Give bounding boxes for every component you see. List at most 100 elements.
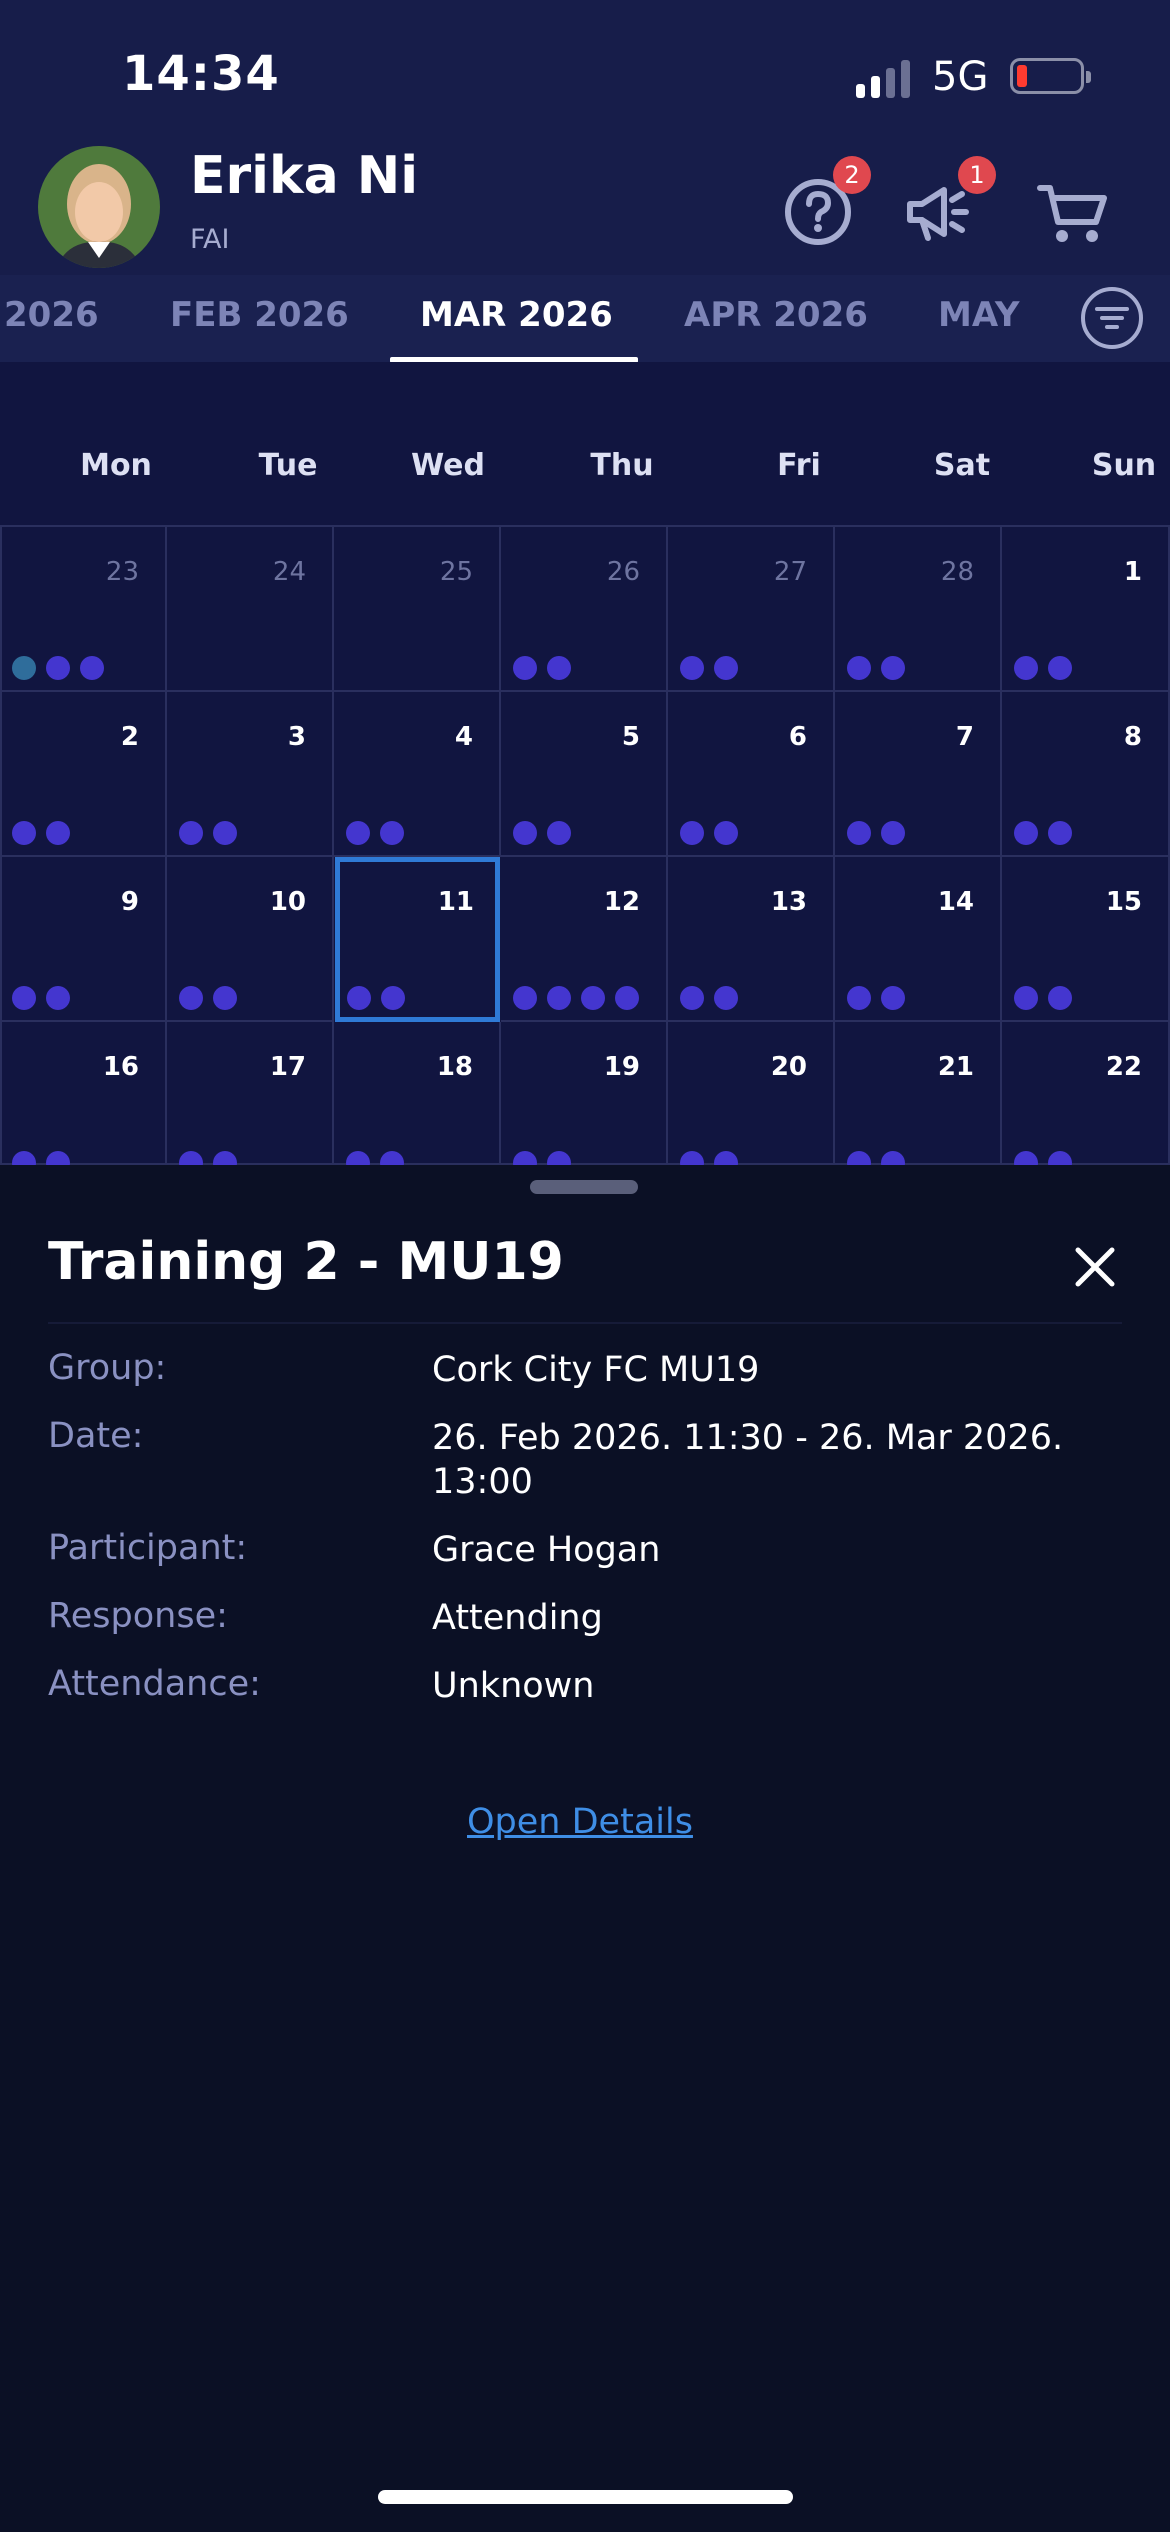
event-dot [680,986,704,1010]
event-dot [12,656,36,680]
calendar-day[interactable]: 20 [668,1022,835,1175]
event-dot [847,656,871,680]
event-dot [80,656,104,680]
day-number: 8 [1123,722,1142,752]
detail-value-response: Attending [432,1598,603,1638]
cart-button[interactable] [1030,170,1114,254]
day-number: 17 [269,1052,306,1082]
event-dots [680,821,738,845]
event-dot [513,986,537,1010]
user-name: Erika Ni [190,146,419,206]
event-dot [513,821,537,845]
close-button[interactable] [1070,1242,1120,1292]
day-number: 26 [606,557,640,587]
day-number: 7 [955,722,974,752]
calendar-day-selected[interactable]: 11 [335,857,500,1022]
calendar-day[interactable]: 1 [1002,527,1170,692]
event-dot [12,821,36,845]
event-dots [179,821,237,845]
close-icon [1075,1247,1115,1287]
calendar-day[interactable]: 21 [835,1022,1002,1175]
day-number: 2 [120,722,139,752]
user-org: FAI [190,224,230,255]
day-number: 27 [773,557,807,587]
event-dot [213,821,237,845]
event-dot [714,986,738,1010]
battery-icon [1010,58,1091,94]
event-dot [347,986,371,1010]
calendar-day[interactable]: 17 [167,1022,334,1175]
calendar-day[interactable]: 8 [1002,692,1170,857]
detail-value-participant: Grace Hogan [432,1530,661,1570]
calendar-day[interactable]: 13 [668,857,835,1022]
event-dot [881,821,905,845]
month-tab[interactable]: FEB 2026 [170,295,349,335]
announcements-badge: 1 [958,156,996,194]
calendar-day[interactable]: 7 [835,692,1002,857]
calendar-day[interactable]: 19 [501,1022,668,1175]
calendar-day[interactable]: 28 [835,527,1002,692]
weekday-label: Thu [590,448,654,483]
calendar-day[interactable]: 6 [668,692,835,857]
filter-icon [1095,307,1129,329]
event-dots [346,821,404,845]
sheet-drag-handle[interactable] [530,1180,638,1194]
calendar-day[interactable]: 9 [0,857,167,1022]
avatar[interactable] [38,146,160,268]
calendar-day[interactable]: 26 [501,527,668,692]
calendar-day[interactable]: 22 [1002,1022,1170,1175]
month-tab-active[interactable]: MAR 2026 [420,295,613,335]
month-tab[interactable]: APR 2026 [684,295,868,335]
event-dot [12,986,36,1010]
calendar-day[interactable]: 25 [334,527,501,692]
month-tabs: 2026 FEB 2026 MAR 2026 APR 2026 MAY [0,275,1170,363]
event-dots [680,986,738,1010]
day-number: 24 [272,557,306,587]
event-dot [1048,986,1072,1010]
detail-label-response: Response: [48,1596,228,1636]
calendar-day[interactable]: 14 [835,857,1002,1022]
detail-label-group: Group: [48,1348,167,1388]
month-tab[interactable]: MAY [938,295,1020,335]
day-number: 22 [1105,1052,1142,1082]
event-dots [513,821,571,845]
calendar-day[interactable]: 2 [0,692,167,857]
day-number: 4 [454,722,473,752]
day-number: 23 [105,557,139,587]
event-dot [680,656,704,680]
event-dot [380,821,404,845]
calendar-day[interactable]: 24 [167,527,334,692]
calendar-day[interactable]: 4 [334,692,501,857]
month-tab[interactable]: 2026 [4,295,99,335]
calendar-day[interactable]: 15 [1002,857,1170,1022]
event-dot [179,986,203,1010]
calendar-day[interactable]: 5 [501,692,668,857]
open-details-link[interactable]: Open Details [467,1802,693,1842]
event-dot [847,986,871,1010]
event-dot [1048,656,1072,680]
event-dot [714,656,738,680]
event-dot [547,986,571,1010]
calendar-day[interactable]: 12 [501,857,668,1022]
calendar-day[interactable]: 16 [0,1022,167,1175]
detail-label-participant: Participant: [48,1528,248,1568]
calendar-day[interactable]: 23 [0,527,167,692]
event-dot [46,986,70,1010]
event-dots [847,821,905,845]
weekday-label: Tue [258,448,318,483]
day-number: 9 [120,887,139,917]
calendar-day[interactable]: 3 [167,692,334,857]
event-dots [12,986,70,1010]
calendar-day[interactable]: 27 [668,527,835,692]
help-badge: 2 [833,156,871,194]
day-number: 25 [439,557,473,587]
detail-value-date: 26. Feb 2026. 11:30 - 26. Mar 2026. 13:0… [432,1418,1064,1502]
calendar-day[interactable]: 10 [167,857,334,1022]
filter-button[interactable] [1081,287,1143,349]
status-time: 14:34 [122,46,280,102]
event-dots [513,986,639,1010]
day-number: 16 [102,1052,139,1082]
day-number: 18 [436,1052,473,1082]
calendar-day[interactable]: 18 [334,1022,501,1175]
day-number: 28 [940,557,974,587]
